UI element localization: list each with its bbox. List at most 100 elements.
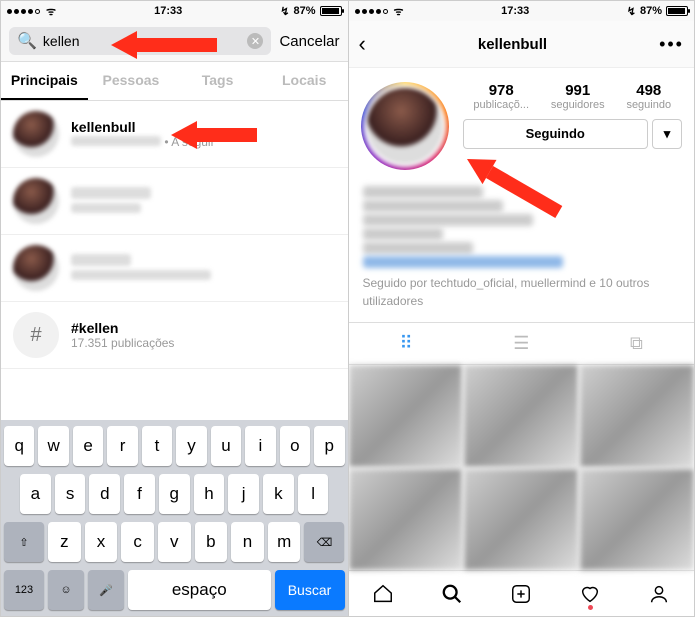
bottom-nav bbox=[349, 570, 695, 616]
clock: 17:33 bbox=[154, 5, 182, 17]
search-result[interactable] bbox=[1, 168, 348, 235]
profile-top: 978publicaçõ... 991seguidores 498seguind… bbox=[349, 68, 695, 184]
search-header: 🔍 ✕ Cancelar bbox=[1, 21, 348, 62]
avatar bbox=[13, 111, 59, 157]
key-f[interactable]: f bbox=[124, 474, 155, 514]
avatar bbox=[364, 85, 446, 167]
suggestions-dropdown[interactable]: ▾ bbox=[652, 119, 682, 149]
key-w[interactable]: w bbox=[38, 426, 68, 466]
stat-followers[interactable]: 991seguidores bbox=[551, 82, 605, 111]
result-sub: • A seguir bbox=[71, 135, 336, 149]
tab-tagged-icon[interactable]: ⧉ bbox=[579, 323, 694, 364]
post-thumb[interactable] bbox=[349, 365, 463, 467]
search-icon: 🔍 bbox=[17, 31, 37, 51]
profile-header: ‹ kellenbull ••• bbox=[349, 21, 695, 68]
key-j[interactable]: j bbox=[228, 474, 259, 514]
clear-search-icon[interactable]: ✕ bbox=[247, 33, 263, 49]
key-n[interactable]: n bbox=[231, 522, 264, 562]
key-e[interactable]: e bbox=[73, 426, 103, 466]
search-input-wrap[interactable]: 🔍 ✕ bbox=[9, 27, 271, 55]
key-q[interactable]: q bbox=[4, 426, 34, 466]
battery-pct: 87% bbox=[640, 5, 662, 17]
tab-people[interactable]: Pessoas bbox=[88, 62, 175, 100]
cancel-button[interactable]: Cancelar bbox=[279, 33, 339, 50]
status-bar: ᯤ 17:33 ↯87% bbox=[349, 1, 695, 21]
key-emoji[interactable]: ☺ bbox=[48, 570, 84, 610]
profile-screen: ᯤ 17:33 ↯87% ‹ kellenbull ••• 978publica… bbox=[348, 1, 695, 616]
key-z[interactable]: z bbox=[48, 522, 81, 562]
key-u[interactable]: u bbox=[211, 426, 241, 466]
search-result-hashtag[interactable]: # #kellen 17.351 publicações bbox=[1, 302, 348, 369]
key-s[interactable]: s bbox=[55, 474, 86, 514]
key-m[interactable]: m bbox=[268, 522, 301, 562]
post-thumb[interactable] bbox=[464, 469, 578, 571]
following-button[interactable]: Seguindo bbox=[463, 119, 649, 149]
search-tabs: Principais Pessoas Tags Locais bbox=[1, 62, 348, 101]
key-d[interactable]: d bbox=[89, 474, 120, 514]
post-thumb[interactable] bbox=[349, 469, 463, 571]
followed-by: Seguido por techtudo_oficial, muellermin… bbox=[363, 274, 681, 310]
key-search[interactable]: Buscar bbox=[275, 570, 345, 610]
tab-list-icon[interactable]: ☰ bbox=[464, 323, 579, 364]
hashtag-icon: # bbox=[13, 312, 59, 358]
post-thumb[interactable] bbox=[580, 469, 694, 571]
key-p[interactable]: p bbox=[314, 426, 344, 466]
key-v[interactable]: v bbox=[158, 522, 191, 562]
keyboard: q w e r t y u i o p a s d f g h j k l bbox=[1, 420, 348, 616]
result-username bbox=[71, 253, 336, 269]
stat-following[interactable]: 498seguindo bbox=[626, 82, 671, 111]
avatar bbox=[13, 178, 59, 224]
tab-top[interactable]: Principais bbox=[1, 62, 88, 100]
wifi-icon: ᯤ bbox=[394, 4, 404, 19]
post-thumb[interactable] bbox=[580, 365, 694, 467]
key-x[interactable]: x bbox=[85, 522, 118, 562]
result-sub bbox=[71, 202, 336, 216]
search-screen: ᯤ 17:33 ↯87% 🔍 ✕ Cancelar Principais Pes… bbox=[1, 1, 348, 616]
key-c[interactable]: c bbox=[121, 522, 154, 562]
profile-view-tabs: ⠿ ☰ ⧉ bbox=[349, 322, 695, 365]
search-input[interactable] bbox=[43, 33, 242, 49]
posts-grid bbox=[349, 365, 695, 570]
key-g[interactable]: g bbox=[159, 474, 190, 514]
tab-places[interactable]: Locais bbox=[261, 62, 348, 100]
story-ring[interactable] bbox=[361, 82, 449, 170]
key-123[interactable]: 123 bbox=[4, 570, 44, 610]
nav-add-icon[interactable] bbox=[487, 571, 556, 616]
key-o[interactable]: o bbox=[280, 426, 310, 466]
key-b[interactable]: b bbox=[195, 522, 228, 562]
more-icon[interactable]: ••• bbox=[659, 34, 684, 55]
tab-grid-icon[interactable]: ⠿ bbox=[349, 323, 464, 364]
wifi-icon: ᯤ bbox=[46, 4, 56, 19]
avatar bbox=[13, 245, 59, 291]
result-sub bbox=[71, 269, 336, 283]
key-r[interactable]: r bbox=[107, 426, 137, 466]
nav-search-icon[interactable] bbox=[418, 571, 487, 616]
key-a[interactable]: a bbox=[20, 474, 51, 514]
post-thumb[interactable] bbox=[464, 365, 578, 467]
key-backspace[interactable]: ⌫ bbox=[304, 522, 344, 562]
back-icon[interactable]: ‹ bbox=[359, 31, 366, 57]
key-y[interactable]: y bbox=[176, 426, 206, 466]
result-sub: 17.351 publicações bbox=[71, 336, 336, 350]
battery-pct: 87% bbox=[293, 5, 315, 17]
stat-posts[interactable]: 978publicaçõ... bbox=[473, 82, 529, 111]
clock: 17:33 bbox=[501, 5, 529, 17]
nav-home-icon[interactable] bbox=[349, 571, 418, 616]
search-result[interactable] bbox=[1, 235, 348, 302]
key-t[interactable]: t bbox=[142, 426, 172, 466]
key-h[interactable]: h bbox=[194, 474, 225, 514]
key-l[interactable]: l bbox=[298, 474, 329, 514]
profile-bio: Seguido por techtudo_oficial, muellermin… bbox=[349, 184, 695, 310]
key-mic[interactable]: 🎤 bbox=[88, 570, 124, 610]
result-username: kellenbull bbox=[71, 119, 336, 135]
key-space[interactable]: espaço bbox=[128, 570, 271, 610]
nav-activity-icon[interactable] bbox=[556, 571, 625, 616]
profile-username: kellenbull bbox=[478, 36, 547, 53]
search-result[interactable]: kellenbull • A seguir bbox=[1, 101, 348, 168]
tab-tags[interactable]: Tags bbox=[174, 62, 261, 100]
nav-profile-icon[interactable] bbox=[625, 571, 694, 616]
key-shift[interactable]: ⇧ bbox=[4, 522, 44, 562]
key-i[interactable]: i bbox=[245, 426, 275, 466]
result-username bbox=[71, 186, 336, 202]
key-k[interactable]: k bbox=[263, 474, 294, 514]
